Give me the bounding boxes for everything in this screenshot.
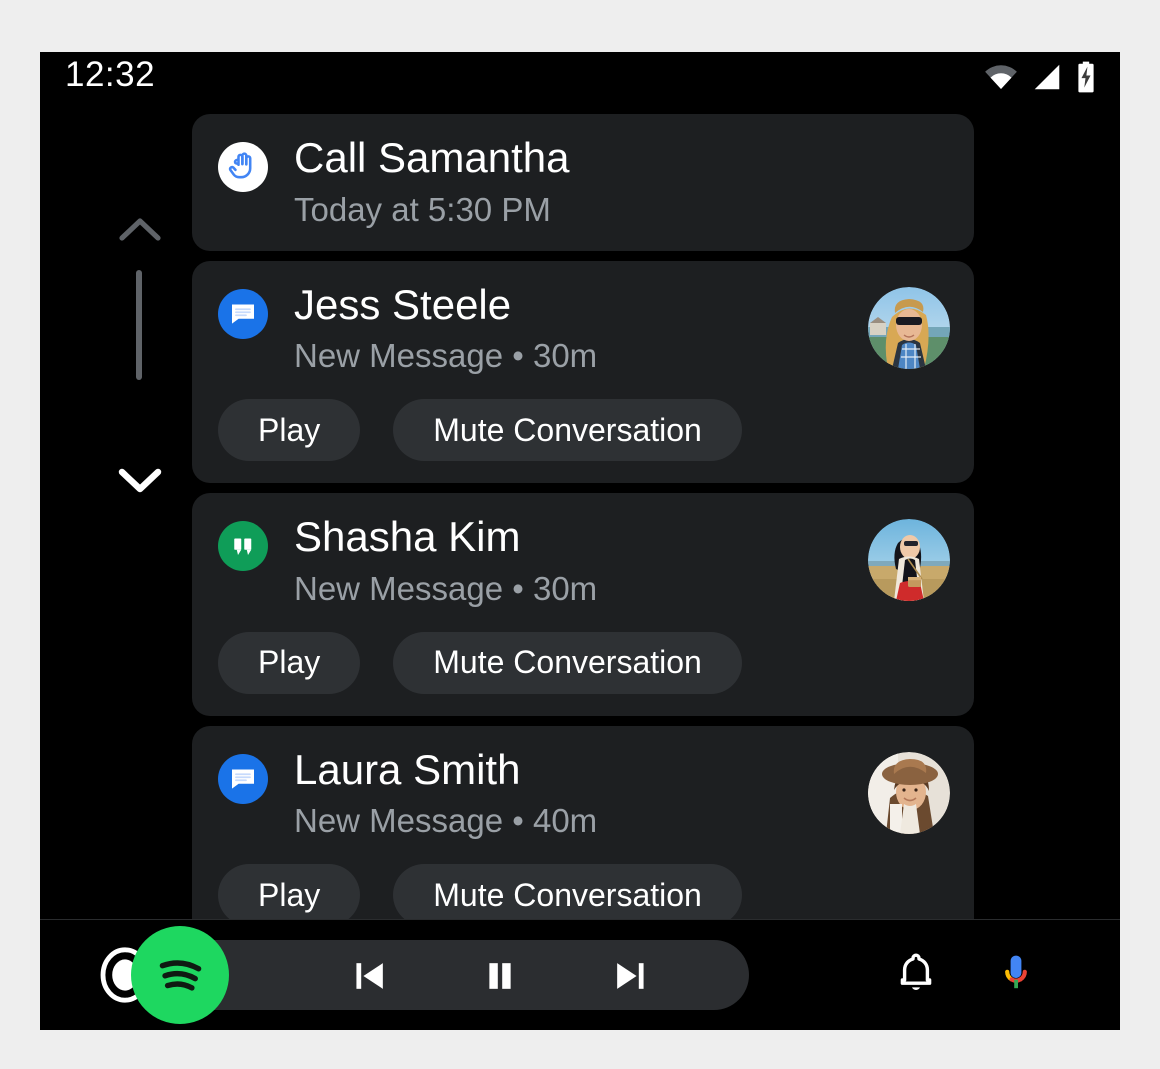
play-button[interactable]: Play bbox=[218, 399, 361, 462]
notification-card-call-samantha[interactable]: Call Samantha Today at 5:30 PM bbox=[192, 114, 974, 251]
notification-card-jess-steele[interactable]: Jess Steele New Message • 30m Play Mute … bbox=[192, 260, 974, 484]
notification-subtitle: New Message • 30m bbox=[294, 337, 598, 375]
notification-actions: Play Mute Conversation bbox=[218, 399, 950, 462]
avatar bbox=[868, 519, 950, 602]
notification-text: Shasha Kim New Message • 30m bbox=[294, 515, 858, 608]
notification-subtitle: Today at 5:30 PM bbox=[294, 190, 551, 228]
reminder-hand-string-icon bbox=[218, 142, 268, 192]
status-clock: 12:32 bbox=[65, 55, 156, 94]
scroll-up-chevron-icon[interactable] bbox=[116, 212, 164, 246]
notification-title: Shasha Kim bbox=[294, 513, 521, 561]
pause-button[interactable] bbox=[471, 952, 529, 1000]
cellular-signal-icon bbox=[1032, 63, 1062, 96]
notification-header: Laura Smith New Message • 40m bbox=[218, 745, 950, 841]
notification-subtitle: New Message • 40m bbox=[294, 802, 598, 840]
mute-conversation-button[interactable]: Mute Conversation bbox=[393, 864, 742, 927]
spotify-icon[interactable] bbox=[131, 926, 229, 1024]
bottom-navigation-bar bbox=[40, 919, 1120, 1030]
notification-card-laura-smith[interactable]: Laura Smith New Message • 40m Play Mute … bbox=[192, 725, 974, 949]
notification-header: Shasha Kim New Message • 30m bbox=[218, 515, 950, 608]
avatar bbox=[868, 286, 950, 369]
notification-title: Call Samantha bbox=[294, 134, 570, 181]
notification-card-shasha-kim[interactable]: Shasha Kim New Message • 30m Play Mute C… bbox=[192, 493, 974, 716]
status-bar: 12:32 bbox=[40, 52, 1120, 108]
battery-charging-icon bbox=[1076, 61, 1096, 98]
google-hangouts-icon bbox=[218, 521, 268, 572]
google-messages-icon bbox=[218, 288, 268, 339]
google-assistant-mic-icon[interactable] bbox=[985, 942, 1047, 1004]
notification-subtitle: New Message • 30m bbox=[294, 569, 598, 607]
next-track-button[interactable] bbox=[601, 952, 659, 1000]
previous-track-button[interactable] bbox=[341, 952, 399, 1000]
wifi-icon bbox=[984, 64, 1018, 95]
notification-list: Call Samantha Today at 5:30 PM Jess Stee… bbox=[192, 114, 982, 958]
media-controls-pill bbox=[131, 926, 749, 1024]
scroll-thumb[interactable] bbox=[136, 270, 142, 380]
avatar bbox=[868, 751, 950, 834]
mute-conversation-button[interactable]: Mute Conversation bbox=[393, 399, 742, 462]
notification-title: Jess Steele bbox=[294, 280, 512, 328]
notification-actions: Play Mute Conversation bbox=[218, 864, 950, 927]
scrollbar[interactable] bbox=[90, 202, 200, 602]
notifications-bell-icon[interactable] bbox=[885, 942, 947, 1004]
notification-text: Call Samantha Today at 5:30 PM bbox=[294, 134, 950, 229]
notification-title: Laura Smith bbox=[294, 745, 521, 793]
notification-header: Call Samantha Today at 5:30 PM bbox=[218, 134, 950, 229]
android-auto-screen: 12:32 Call Samantha Today at 5:30 PM Jes… bbox=[40, 52, 1120, 1030]
notification-text: Laura Smith New Message • 40m bbox=[294, 745, 858, 841]
notification-text: Jess Steele New Message • 30m bbox=[294, 280, 858, 376]
notification-header: Jess Steele New Message • 30m bbox=[218, 280, 950, 376]
status-icon-group bbox=[984, 61, 1096, 98]
play-button[interactable]: Play bbox=[218, 631, 361, 694]
google-messages-icon bbox=[218, 753, 268, 804]
scroll-down-chevron-icon[interactable] bbox=[116, 462, 164, 496]
play-button[interactable]: Play bbox=[218, 864, 361, 927]
notification-actions: Play Mute Conversation bbox=[218, 631, 950, 694]
mute-conversation-button[interactable]: Mute Conversation bbox=[393, 631, 742, 694]
